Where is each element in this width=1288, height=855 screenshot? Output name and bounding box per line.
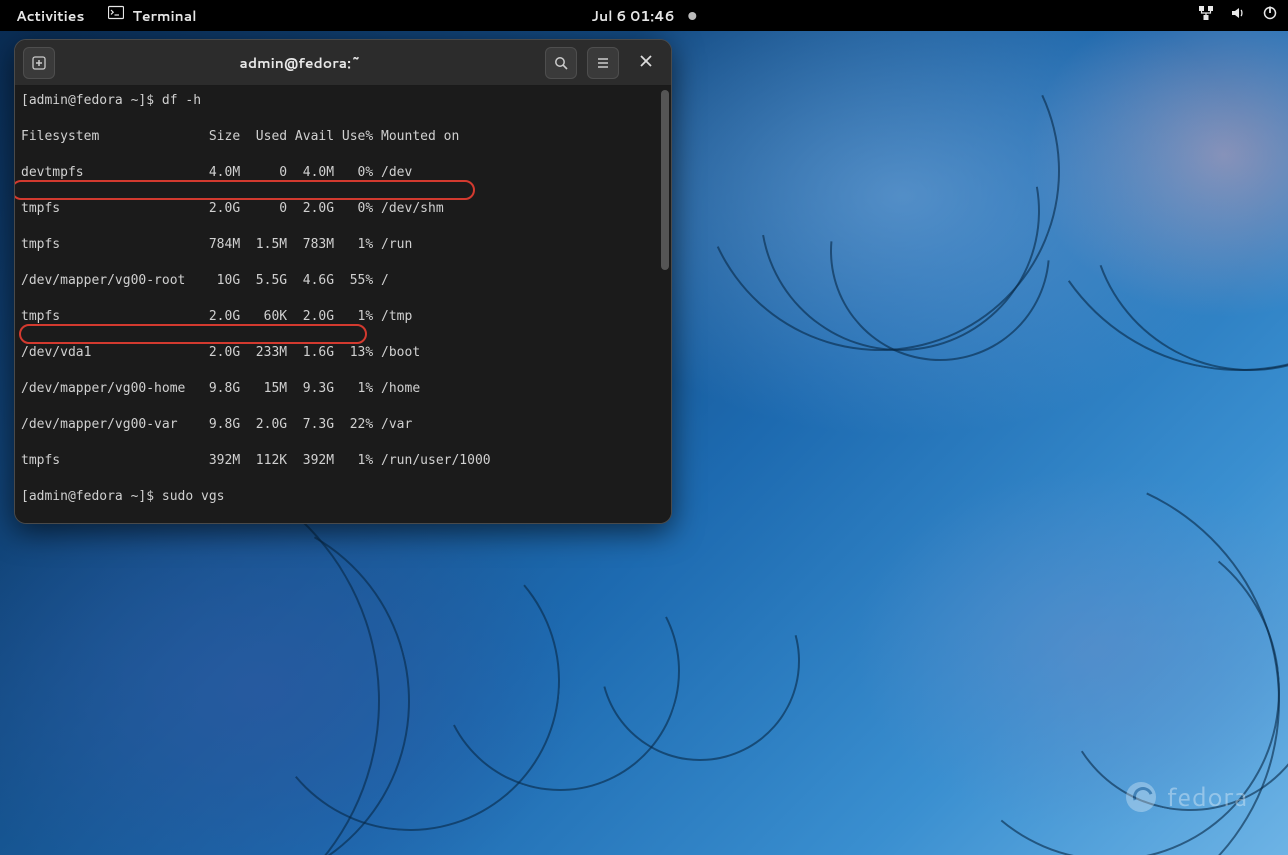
notification-dot-icon (689, 12, 697, 20)
fedora-watermark: fedora (1126, 779, 1248, 815)
menu-button[interactable] (587, 47, 619, 79)
terminal-titlebar[interactable]: admin@fedora:~ (15, 40, 671, 86)
window-title: admin@fedora:~ (55, 53, 545, 73)
panel-clock-area[interactable]: Jul 6 01:46 (591, 6, 696, 26)
hamburger-icon (595, 55, 611, 71)
scrollbar-thumb[interactable] (661, 90, 669, 270)
close-icon (639, 54, 653, 68)
close-button[interactable] (629, 45, 663, 80)
power-icon (1262, 5, 1278, 26)
gnome-top-panel: Activities Terminal Jul 6 01:46 (0, 0, 1288, 31)
current-app-label: Terminal (132, 6, 196, 26)
fedora-watermark-text: fedora (1166, 779, 1248, 815)
new-tab-button[interactable] (23, 47, 55, 79)
desktop-wallpaper: admin@fedora:~ [admin@fedora ~]$ df -h F… (0, 31, 1288, 855)
volume-icon (1230, 5, 1246, 26)
clock-text: Jul 6 01:46 (591, 6, 674, 26)
panel-status-area[interactable] (1198, 5, 1278, 26)
terminal-output: [admin@fedora ~]$ df -h Filesystem Size … (21, 92, 669, 523)
current-app-menu[interactable]: Terminal (108, 5, 196, 26)
terminal-window: admin@fedora:~ [admin@fedora ~]$ df -h F… (14, 39, 672, 524)
terminal-icon (108, 5, 124, 26)
plus-tab-icon (31, 55, 47, 71)
activities-button[interactable]: Activities (10, 4, 90, 28)
search-icon (553, 55, 569, 71)
search-button[interactable] (545, 47, 577, 79)
terminal-content[interactable]: [admin@fedora ~]$ df -h Filesystem Size … (15, 86, 671, 523)
network-icon (1198, 5, 1214, 26)
panel-left-group: Activities Terminal (10, 4, 197, 28)
fedora-logo-icon (1126, 782, 1156, 812)
